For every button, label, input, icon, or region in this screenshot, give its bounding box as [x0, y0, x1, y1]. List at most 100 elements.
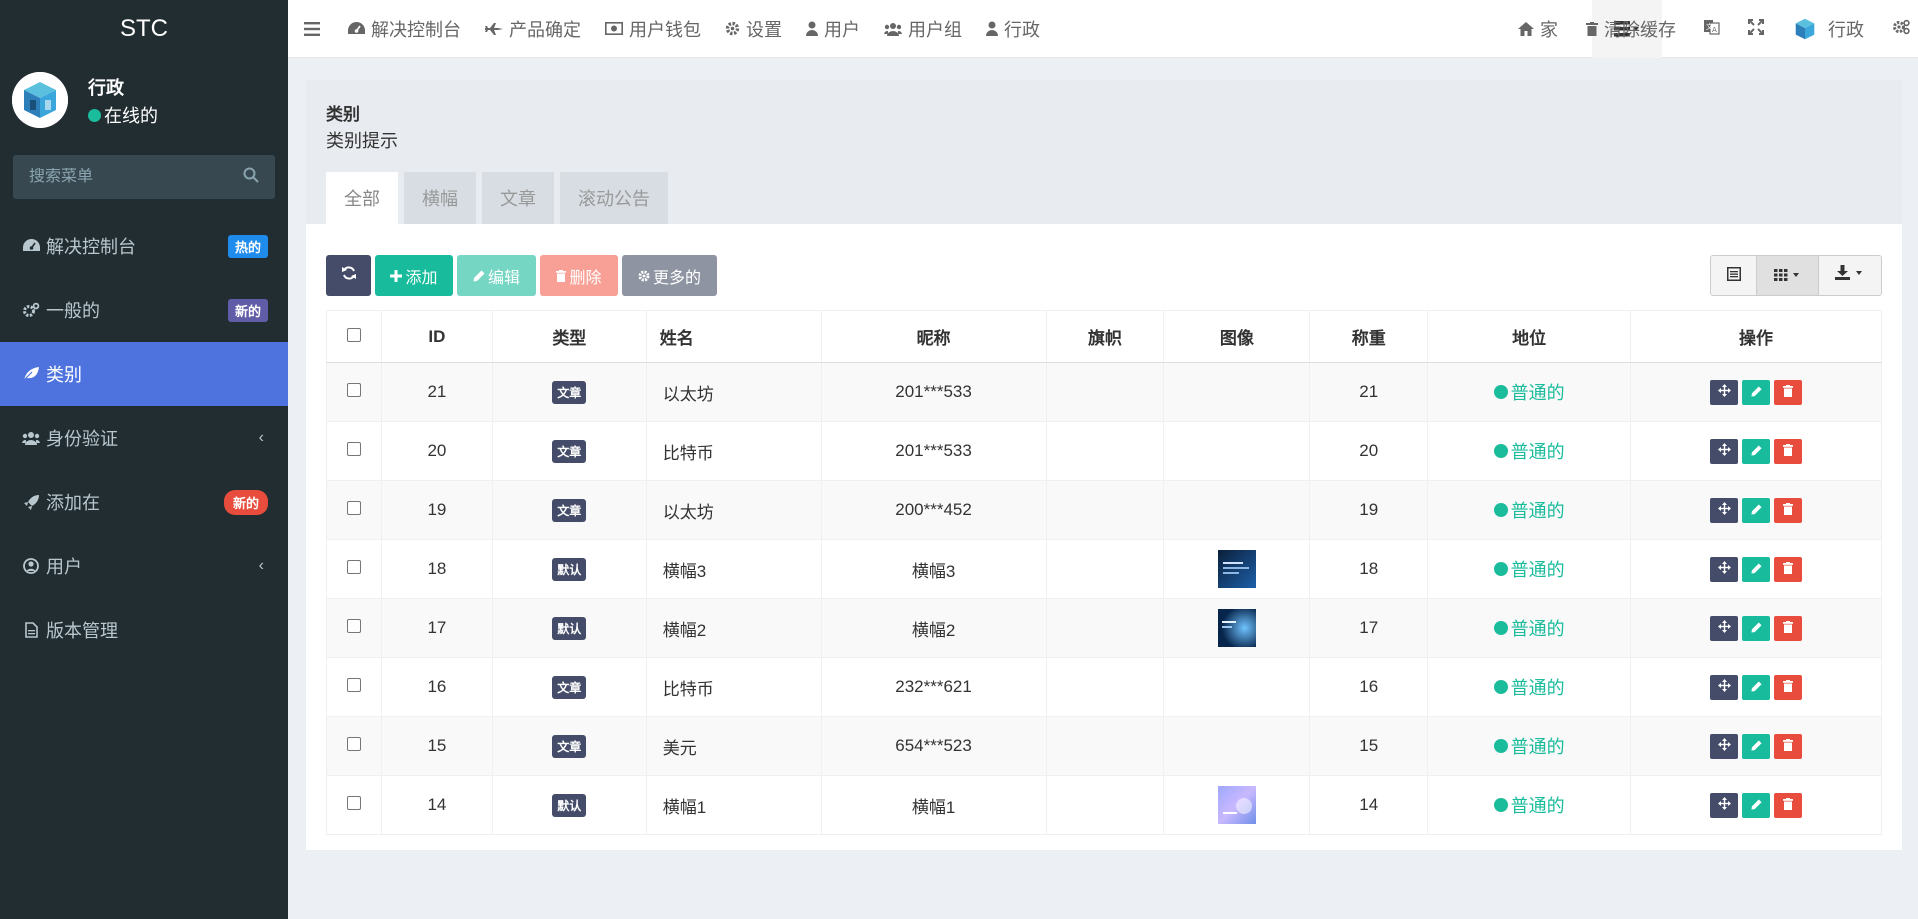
brand-logo[interactable]: STC: [0, 0, 288, 58]
col-header-image[interactable]: 图像: [1163, 310, 1311, 363]
row-delete-button[interactable]: [1774, 674, 1803, 700]
table-row[interactable]: 16 文章 比特币 232***621 16 普通的: [326, 657, 1882, 717]
top-nav-item-3[interactable]: 设置: [713, 0, 794, 58]
top-nav-item-5[interactable]: 用户组: [872, 0, 974, 58]
col-header-flag[interactable]: 旗帜: [1045, 310, 1165, 363]
row-delete-button[interactable]: [1774, 438, 1803, 464]
edit-button[interactable]: 编辑: [457, 255, 536, 296]
arrows-move-icon: [1717, 618, 1731, 638]
col-header-name[interactable]: 姓名: [645, 310, 822, 363]
select-all-checkbox[interactable]: [346, 327, 361, 342]
cell-type: 文章: [491, 480, 647, 540]
home-link[interactable]: 家: [1504, 0, 1572, 58]
cell-image[interactable]: [1163, 598, 1311, 658]
tab-0[interactable]: 全部: [326, 172, 398, 224]
language-toggle[interactable]: 文A: [1690, 0, 1734, 58]
row-edit-button[interactable]: [1742, 733, 1771, 759]
cell-image[interactable]: [1163, 775, 1311, 835]
table-row[interactable]: 21 文章 以太坊 201***533 21 普通的: [326, 362, 1882, 422]
fullscreen-toggle[interactable]: [1734, 0, 1778, 58]
table-row[interactable]: 18 默认 横幅3 横幅3 18 普通的: [326, 539, 1882, 599]
settings-gear[interactable]: [1878, 0, 1918, 58]
row-delete-button[interactable]: [1774, 556, 1803, 582]
row-checkbox[interactable]: [346, 501, 361, 515]
card-view-toggle[interactable]: [1711, 256, 1757, 295]
row-checkbox[interactable]: [346, 442, 361, 456]
col-header-status[interactable]: 地位: [1427, 310, 1632, 363]
row-delete-button[interactable]: [1774, 733, 1803, 759]
sidebar-item-0[interactable]: 解决控制台 热的: [0, 214, 288, 278]
sidebar-item-2[interactable]: 类别: [0, 342, 288, 406]
more-button[interactable]: 更多的: [622, 255, 717, 296]
row-edit-button[interactable]: [1742, 674, 1771, 700]
top-nav-item-0[interactable]: 解决控制台: [336, 0, 473, 58]
tab-1[interactable]: 横幅: [404, 172, 476, 224]
users-icon: [884, 22, 902, 36]
drag-sort-button[interactable]: [1710, 615, 1739, 641]
tab-3[interactable]: 滚动公告: [560, 172, 668, 224]
row-checkbox[interactable]: [346, 678, 361, 692]
col-header-id[interactable]: ID: [380, 310, 493, 363]
cell-image[interactable]: [1163, 539, 1311, 599]
row-checkbox[interactable]: [346, 619, 361, 633]
tab-2[interactable]: 文章: [482, 172, 554, 224]
admin-user-menu[interactable]: 行政: [1778, 0, 1878, 58]
row-edit-button[interactable]: [1742, 615, 1771, 641]
banner-thumbnail[interactable]: [1217, 786, 1256, 824]
status-text: 普通的: [1510, 442, 1565, 462]
search-input[interactable]: [29, 168, 243, 186]
export-dropdown[interactable]: [1819, 256, 1881, 295]
add-button[interactable]: 添加: [375, 255, 453, 296]
top-nav-item-1[interactable]: 产品确定: [473, 0, 593, 58]
table-row[interactable]: 15 文章 美元 654***523 15 普通的: [326, 716, 1882, 776]
sidebar-item-4[interactable]: 添加在 新的: [0, 470, 288, 534]
type-badge: 默认: [552, 557, 587, 581]
sidebar-item-1[interactable]: 一般的 新的: [0, 278, 288, 342]
row-edit-button[interactable]: [1742, 792, 1771, 818]
table-row[interactable]: 17 默认 横幅2 横幅2 17 普通的: [326, 598, 1882, 658]
col-header-type[interactable]: 类型: [491, 310, 647, 363]
sidebar-item-5[interactable]: 用户 ‹: [0, 534, 288, 598]
row-edit-button[interactable]: [1742, 497, 1771, 523]
gear-icon: [638, 270, 650, 282]
col-header-nickname[interactable]: 昵称: [820, 310, 1047, 363]
row-checkbox[interactable]: [346, 560, 361, 574]
banner-thumbnail[interactable]: [1217, 609, 1256, 647]
row-edit-button[interactable]: [1742, 438, 1771, 464]
drag-sort-button[interactable]: [1710, 379, 1739, 405]
row-delete-button[interactable]: [1774, 615, 1803, 641]
row-delete-button[interactable]: [1774, 379, 1803, 405]
table-row[interactable]: 14 默认 横幅1 横幅1 14 普通的: [326, 775, 1882, 835]
sidebar-item-6[interactable]: 版本管理: [0, 598, 288, 662]
row-delete-button[interactable]: [1774, 792, 1803, 818]
drag-sort-button[interactable]: [1710, 497, 1739, 523]
drag-sort-button[interactable]: [1710, 792, 1739, 818]
row-delete-button[interactable]: [1774, 497, 1803, 523]
row-edit-button[interactable]: [1742, 379, 1771, 405]
columns-dropdown[interactable]: [1757, 256, 1819, 295]
drag-sort-button[interactable]: [1710, 674, 1739, 700]
table-row[interactable]: 20 文章 比特币 201***533 20 普通的: [326, 421, 1882, 481]
search-icon[interactable]: [243, 167, 259, 188]
sidebar-toggle-icon[interactable]: [288, 0, 336, 58]
top-nav-item-2[interactable]: 用户钱包: [593, 0, 713, 58]
row-checkbox[interactable]: [346, 796, 361, 810]
banner-thumbnail[interactable]: [1217, 550, 1256, 588]
drag-sort-button[interactable]: [1710, 556, 1739, 582]
clear-cache-link[interactable]: 清除缓存: [1572, 0, 1690, 58]
cell-actions: [1630, 598, 1882, 658]
sidebar-item-3[interactable]: 身份验证 ‹: [0, 406, 288, 470]
row-edit-button[interactable]: [1742, 556, 1771, 582]
table-row[interactable]: 19 文章 以太坊 200***452 19 普通的: [326, 480, 1882, 540]
category-tabs: 全部 横幅 文章 滚动公告: [326, 172, 674, 224]
delete-button[interactable]: 删除: [540, 255, 618, 296]
refresh-button[interactable]: [326, 255, 371, 296]
drag-sort-button[interactable]: [1710, 438, 1739, 464]
row-checkbox[interactable]: [346, 383, 361, 397]
col-header-weight[interactable]: 称重: [1309, 310, 1429, 363]
drag-sort-button[interactable]: [1710, 733, 1739, 759]
row-checkbox[interactable]: [346, 737, 361, 751]
top-nav-item-6[interactable]: 行政: [974, 0, 1052, 58]
dashboard-icon: [20, 239, 42, 253]
top-nav-item-4[interactable]: 用户: [794, 0, 872, 58]
